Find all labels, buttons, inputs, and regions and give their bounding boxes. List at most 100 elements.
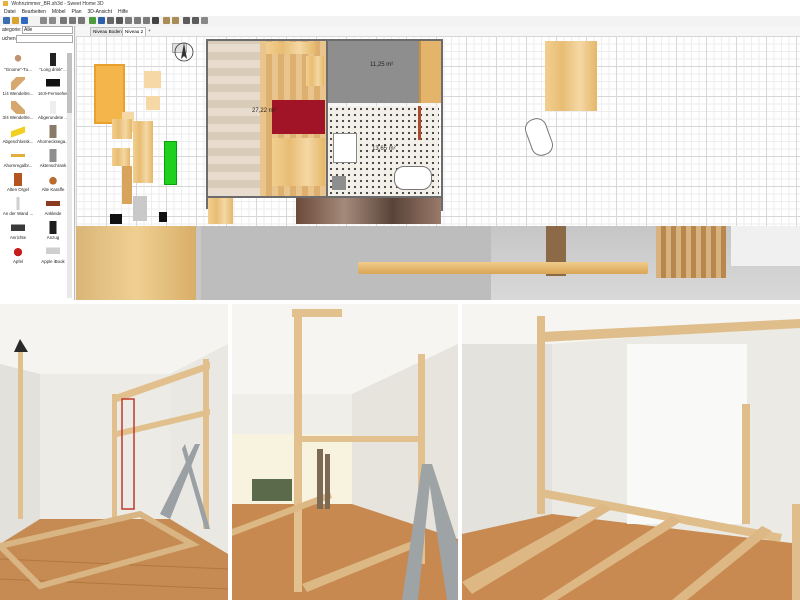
plan-view[interactable]: Niveau Boden Niveau 2 + 27,22 m² 11,25 m…	[76, 26, 800, 226]
select-mode-icon[interactable]	[98, 17, 105, 24]
catalog-item-label: Ahornecksega...	[37, 139, 69, 144]
catalog-item[interactable]: Anrichte	[1, 221, 35, 240]
catalog-scrollbar[interactable]	[67, 53, 72, 298]
catalog-item[interactable]: Ahornregalbr...	[1, 149, 35, 168]
furniture-red-bed[interactable]	[272, 100, 325, 134]
catalog-item[interactable]: Anzug	[36, 221, 70, 240]
catalog-item[interactable]: Abgerundete ...	[36, 101, 70, 120]
create-video-icon[interactable]	[192, 17, 199, 24]
catalog-item[interactable]: "Gnome"-Tu...	[1, 53, 35, 72]
carafe-icon	[46, 173, 60, 186]
menu-bar: Datei Bearbeiten Möbel Plan 3D-Ansicht H…	[0, 8, 800, 16]
zoom-in-icon[interactable]	[163, 17, 170, 24]
menu-datei[interactable]: Datei	[4, 8, 16, 16]
menu-3d-ansicht[interactable]: 3D-Ansicht	[88, 8, 112, 16]
save-icon[interactable]	[21, 17, 28, 24]
3d-view[interactable]	[76, 226, 800, 300]
furniture-bathtub[interactable]	[394, 166, 432, 190]
furniture-box[interactable]	[146, 96, 160, 110]
wall-east	[441, 39, 443, 211]
add-level-button[interactable]: +	[146, 27, 153, 35]
menu-moebel[interactable]: Möbel	[52, 8, 66, 16]
catalog-scroll-thumb[interactable]	[67, 53, 72, 113]
furniture-wood-panel[interactable]	[545, 41, 597, 111]
menu-plan[interactable]: Plan	[72, 8, 82, 16]
catalog-item[interactable]: Abgeschlossk...	[1, 125, 35, 144]
furniture-piece[interactable]	[133, 196, 147, 221]
create-photo-icon[interactable]	[183, 17, 190, 24]
catalog-item[interactable]: 1/4 Wendeltre...	[1, 77, 35, 96]
catalog-item-label: "Long drink"...	[39, 67, 67, 72]
catalog-item[interactable]: "Long drink"...	[36, 53, 70, 72]
cut-icon[interactable]	[60, 17, 67, 24]
furniture-radiator[interactable]	[418, 106, 421, 140]
furniture-box[interactable]	[144, 71, 161, 88]
catalog-item-label: Anrichte	[9, 235, 27, 240]
menu-hilfe[interactable]: Hilfe	[118, 8, 128, 16]
furniture-wood-block[interactable]	[208, 198, 233, 224]
add-furniture-icon[interactable]	[89, 17, 96, 24]
catalog-item[interactable]: Ahornecksega...	[36, 125, 70, 144]
furniture-green-rack[interactable]	[164, 141, 177, 185]
furniture-wood-platform[interactable]	[272, 138, 325, 186]
help-icon[interactable]	[201, 17, 208, 24]
create-polylines-icon[interactable]	[134, 17, 141, 24]
new-file-icon[interactable]	[3, 17, 10, 24]
copy-icon[interactable]	[69, 17, 76, 24]
catalog-item-label: 16:9-Fernseher	[37, 91, 69, 96]
create-dimensions-icon[interactable]	[143, 17, 150, 24]
catalog-item[interactable]: Alten Orgel	[1, 173, 35, 192]
furniture-wood-block[interactable]	[306, 56, 324, 86]
catalog-item-label: Aktenschrank	[39, 163, 67, 168]
catalog-item[interactable]: Ankleide	[36, 197, 70, 216]
gnome-figure-icon	[11, 53, 25, 66]
paste-icon[interactable]	[78, 17, 85, 24]
menu-bearbeiten[interactable]: Bearbeiten	[22, 8, 46, 16]
room-area-label: 27,22 m²	[252, 108, 276, 114]
corner-shelf-icon	[46, 125, 60, 138]
furniture-shelf[interactable]	[94, 64, 125, 124]
category-select[interactable]: Alle	[22, 26, 73, 34]
catalog-item[interactable]: An der Wand ...	[1, 197, 35, 216]
furniture-wood-block[interactable]	[112, 148, 130, 166]
tab-niveau-2[interactable]: Niveau 2	[122, 27, 147, 36]
furniture-wood-stack[interactable]	[133, 121, 153, 183]
floor-texture-strip	[296, 198, 441, 224]
furniture-sink[interactable]	[333, 133, 357, 163]
furniture-speaker[interactable]	[159, 212, 167, 222]
catalog-item[interactable]: Aktenschrank	[36, 149, 70, 168]
room-floor-planks[interactable]	[208, 41, 260, 196]
undo-icon[interactable]	[40, 17, 47, 24]
catalog-item[interactable]: 3/4 Wendeltre...	[1, 101, 35, 120]
furniture-washer[interactable]	[332, 176, 346, 190]
tab-niveau-boden[interactable]: Niveau Boden	[90, 27, 125, 36]
open-folder-icon[interactable]	[12, 17, 19, 24]
room-floor-grey[interactable]	[328, 41, 419, 103]
furniture-beam[interactable]	[122, 166, 132, 204]
furniture-shelf-top[interactable]	[266, 42, 316, 54]
room-area-label: 11,25 m²	[370, 62, 394, 68]
long-drink-glass-icon	[46, 53, 60, 66]
rounded-cabinet-icon	[46, 101, 60, 114]
3d-white-wall	[731, 226, 800, 266]
cheese-icon	[11, 125, 25, 138]
create-walls-icon[interactable]	[116, 17, 123, 24]
redo-icon[interactable]	[49, 17, 56, 24]
search-input[interactable]	[16, 35, 73, 43]
add-text-icon[interactable]	[152, 17, 159, 24]
zoom-out-icon[interactable]	[172, 17, 179, 24]
furniture-tv[interactable]	[110, 214, 122, 224]
catalog-item-label: Ankleide	[44, 211, 62, 216]
catalog-item-label: Apple iBook	[41, 259, 65, 264]
catalog-item[interactable]: Apfel	[1, 245, 35, 264]
catalog-item[interactable]: Alte Karaffe	[36, 173, 70, 192]
organ-icon	[11, 173, 25, 186]
furniture-catalog: ategorie: Alle uchen: "Gnome"-Tu... "Lon…	[0, 26, 75, 300]
create-rooms-icon[interactable]	[125, 17, 132, 24]
tv-icon	[46, 77, 60, 90]
furniture-wood-block[interactable]	[112, 119, 132, 139]
catalog-item[interactable]: Apple iBook	[36, 245, 70, 264]
furniture-counter[interactable]	[419, 41, 441, 103]
pan-mode-icon[interactable]	[107, 17, 114, 24]
catalog-item[interactable]: 16:9-Fernseher	[36, 77, 70, 96]
